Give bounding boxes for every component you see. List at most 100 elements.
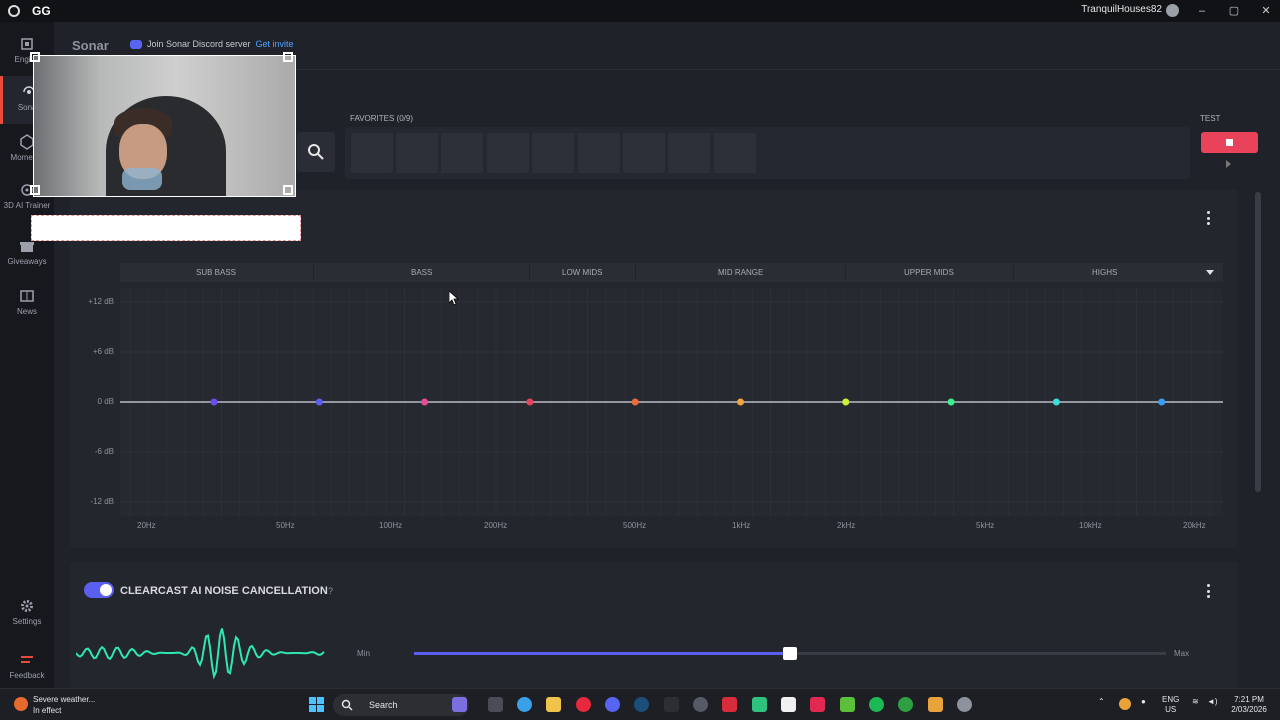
hz-tick-label: 50Hz — [276, 521, 295, 530]
steelseries-gg-icon[interactable] — [957, 697, 972, 712]
hz-tick-label: 500Hz — [623, 521, 647, 530]
hz-tick-label: 10kHz — [1079, 521, 1102, 530]
app-icon[interactable] — [781, 697, 796, 712]
eq-curve-svg[interactable] — [120, 288, 1223, 516]
app-icon[interactable] — [693, 697, 708, 712]
app-title: GG — [32, 4, 51, 18]
file-explorer-icon[interactable] — [546, 697, 561, 712]
language-indicator[interactable]: ENG US — [1162, 695, 1179, 715]
wifi-icon[interactable]: ≋ — [1192, 697, 1199, 707]
gear-icon — [21, 600, 33, 612]
eq-band-point[interactable] — [421, 398, 429, 406]
copilot-icon[interactable] — [517, 697, 532, 712]
waveform-graphic — [76, 628, 325, 680]
avatar[interactable] — [1166, 4, 1179, 17]
webcam-overlay — [33, 55, 296, 197]
noise-cancellation-title: CLEARCAST AI NOISE CANCELLATION — [120, 585, 328, 597]
opera-icon[interactable] — [576, 697, 591, 712]
widgets-app-icon[interactable] — [452, 697, 467, 712]
start-button[interactable] — [309, 697, 324, 712]
minecraft-icon[interactable] — [840, 697, 855, 712]
db-tick-label: +12 dB — [88, 297, 114, 306]
play-icon[interactable] — [1226, 160, 1231, 168]
volume-icon[interactable]: ◄) — [1207, 697, 1218, 707]
favorite-slot[interactable] — [578, 133, 620, 173]
sidebar-item-feedback[interactable]: Feedback — [0, 652, 54, 682]
eq-band-point[interactable] — [947, 398, 955, 406]
task-view-icon[interactable] — [488, 697, 503, 712]
favorite-slot[interactable] — [396, 133, 438, 173]
app-icon[interactable] — [898, 697, 913, 712]
resize-handle[interactable] — [283, 185, 293, 195]
test-stop-button[interactable] — [1201, 132, 1258, 153]
eq-band-point[interactable] — [210, 398, 218, 406]
sidebar-item-giveaways[interactable]: Giveaways — [0, 238, 54, 278]
help-icon[interactable]: ? — [328, 586, 333, 596]
eq-band-point[interactable] — [1052, 398, 1060, 406]
resize-handle[interactable] — [30, 52, 40, 62]
weather-widget[interactable]: Severe weather... In effect — [14, 694, 95, 716]
favorite-slot[interactable] — [351, 133, 393, 173]
spotify-icon[interactable] — [869, 697, 884, 712]
band-mid-range[interactable]: MID RANGE — [718, 268, 763, 277]
eq-band-point[interactable] — [842, 398, 850, 406]
eq-band-point[interactable] — [1158, 398, 1166, 406]
band-low-mids[interactable]: LOW MIDS — [562, 268, 602, 277]
scrollbar[interactable] — [1255, 192, 1261, 492]
favorite-slot[interactable] — [668, 133, 710, 173]
band-highs[interactable]: HIGHS — [1092, 268, 1117, 277]
app-icon[interactable] — [928, 697, 943, 712]
favorite-slot[interactable] — [487, 133, 529, 173]
band-sub-bass[interactable]: SUB BASS — [196, 268, 236, 277]
slider-thumb[interactable] — [783, 647, 797, 660]
search-icon — [308, 144, 324, 160]
steam-icon[interactable] — [634, 697, 649, 712]
noise-cancellation-toggle[interactable] — [84, 582, 114, 598]
app-icon[interactable] — [752, 697, 767, 712]
username[interactable]: TranquilHouses82 — [1081, 4, 1162, 15]
microphone-icon[interactable]: ● — [1141, 697, 1146, 707]
band-bass[interactable]: BASS — [411, 268, 432, 277]
chevron-up-icon[interactable]: ⌃ — [1098, 697, 1105, 707]
app-icon[interactable] — [810, 697, 825, 712]
stop-icon — [1226, 139, 1233, 146]
search-button[interactable] — [297, 132, 335, 172]
close-button[interactable]: ✕ — [1258, 3, 1274, 19]
db-tick-label: -6 dB — [94, 447, 114, 456]
band-upper-mids[interactable]: UPPER MIDS — [904, 268, 954, 277]
favorite-slot[interactable] — [714, 133, 756, 173]
clock-date: 2/03/2026 — [1231, 705, 1267, 714]
search-icon — [341, 699, 353, 711]
more-options-icon[interactable] — [1207, 584, 1211, 598]
epic-games-icon[interactable] — [664, 697, 679, 712]
favorite-slot[interactable] — [441, 133, 483, 173]
slider-fill — [414, 652, 790, 655]
sidebar-item-label: News — [16, 307, 37, 316]
discord-banner[interactable]: Join Sonar Discord server Get invite — [130, 39, 294, 49]
eq-plot[interactable] — [120, 288, 1223, 516]
minimize-button[interactable]: – — [1194, 3, 1210, 19]
app-icon[interactable] — [722, 697, 737, 712]
get-invite-link[interactable]: Get invite — [256, 39, 294, 49]
slider-min-label: Min — [357, 649, 370, 658]
sidebar-item-settings[interactable]: Settings — [0, 598, 54, 638]
eq-band-point[interactable] — [526, 398, 534, 406]
tray-app-icon[interactable] — [1119, 698, 1131, 710]
discord-app-icon[interactable] — [605, 697, 620, 712]
resize-handle[interactable] — [30, 185, 40, 195]
eq-band-point[interactable] — [315, 398, 323, 406]
more-options-icon[interactable] — [1207, 211, 1211, 225]
eq-band-point[interactable] — [737, 398, 744, 406]
favorite-slot[interactable] — [623, 133, 665, 173]
band-divider — [1013, 265, 1014, 280]
eq-band-point[interactable] — [631, 398, 639, 406]
chevron-down-icon[interactable] — [1206, 270, 1214, 275]
clock[interactable]: 7:21 PM 2/03/2026 — [1228, 695, 1270, 715]
resize-handle[interactable] — [283, 52, 293, 62]
maximize-button[interactable]: ▢ — [1226, 3, 1242, 19]
clock-time: 7:21 PM — [1234, 695, 1264, 704]
noise-cancellation-slider[interactable] — [414, 647, 1166, 660]
favorite-slot[interactable] — [532, 133, 574, 173]
sidebar-item-news[interactable]: News — [0, 288, 54, 328]
taskbar-search[interactable]: Search — [333, 694, 469, 716]
